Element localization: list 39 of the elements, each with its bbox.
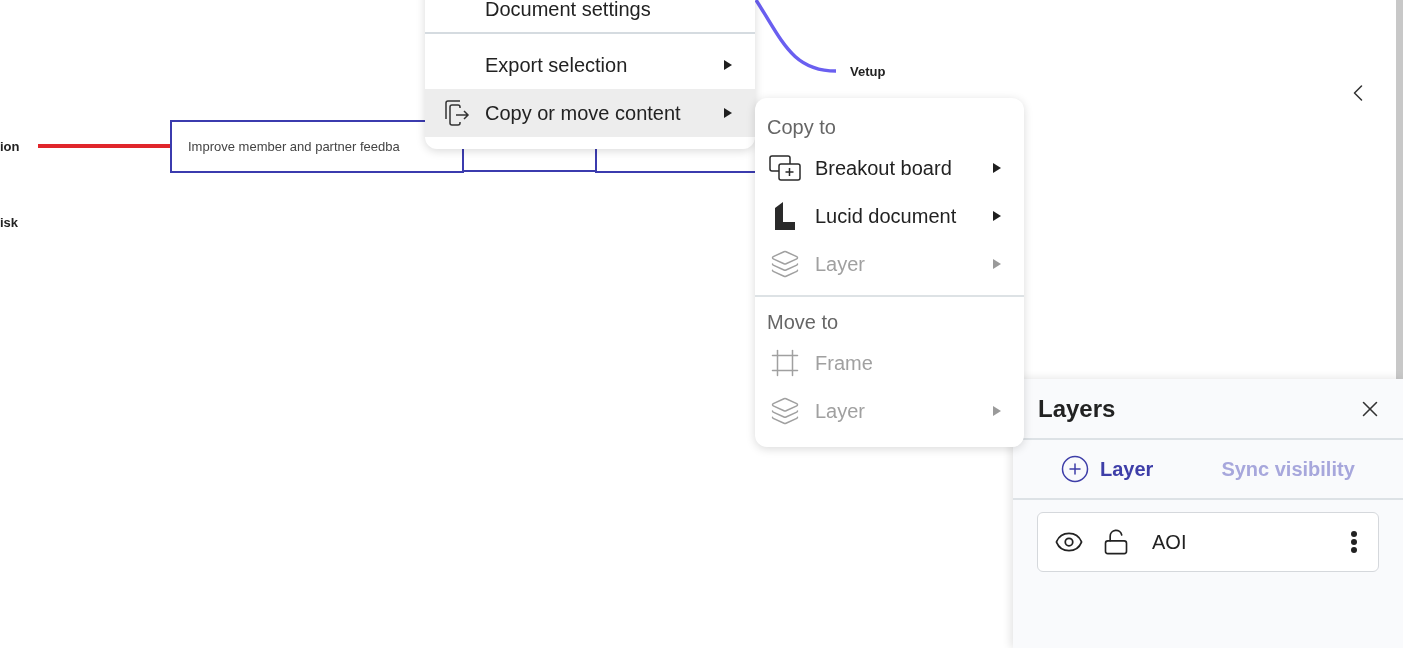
- canvas-label: isk: [0, 215, 19, 229]
- section-heading: Copy to: [766, 115, 837, 140]
- caret-icon: [992, 210, 1002, 222]
- caret-icon: [992, 162, 1002, 174]
- menu-item-label: Document settings: [485, 0, 651, 22]
- more-icon: [1350, 530, 1358, 554]
- caret-icon: [723, 59, 733, 71]
- unlock-icon[interactable]: [1102, 528, 1130, 556]
- canvas-label: Vetup: [850, 64, 886, 78]
- layer-name: AOI: [1152, 530, 1187, 555]
- add-layer-button[interactable]: Layer: [1060, 454, 1154, 484]
- menu-item[interactable]: Export selection: [425, 41, 755, 89]
- plus-circle-icon: [1060, 454, 1090, 484]
- caret-icon: [723, 107, 733, 119]
- menu-item-label: Lucid document: [815, 204, 957, 229]
- stacked-boards-icon: [769, 155, 801, 181]
- menu-item[interactable]: Breakout board: [755, 144, 1024, 192]
- menu-item-label: Breakout board: [815, 156, 952, 181]
- layer-row[interactable]: AOI: [1037, 512, 1379, 572]
- canvas-label: ion: [0, 139, 20, 153]
- card-text: Improve member and partner feedba: [188, 137, 400, 156]
- layers-icon: [770, 249, 800, 279]
- layers-icon: [770, 396, 800, 426]
- frame-icon: [770, 348, 800, 378]
- copy-move-icon: [442, 99, 470, 127]
- caret-icon: [992, 258, 1002, 270]
- menu-item-label: Copy or move content: [485, 101, 681, 126]
- menu-item-label: Frame: [815, 351, 873, 376]
- menu-item[interactable]: Document settings: [425, 0, 755, 34]
- menu-item-label: Export selection: [485, 53, 628, 78]
- l-logo-icon: [773, 202, 797, 230]
- menu-item[interactable]: Copy or move content: [425, 89, 755, 137]
- section-heading: Move to: [766, 310, 840, 335]
- caret-icon: [992, 405, 1002, 417]
- menu-item[interactable]: Lucid document: [755, 192, 1024, 240]
- menu-item-label: Layer: [815, 399, 866, 424]
- more-options-button[interactable]: [1350, 530, 1358, 554]
- panel-title: Layers: [1038, 393, 1116, 424]
- menu-item-label: Layer: [815, 252, 866, 277]
